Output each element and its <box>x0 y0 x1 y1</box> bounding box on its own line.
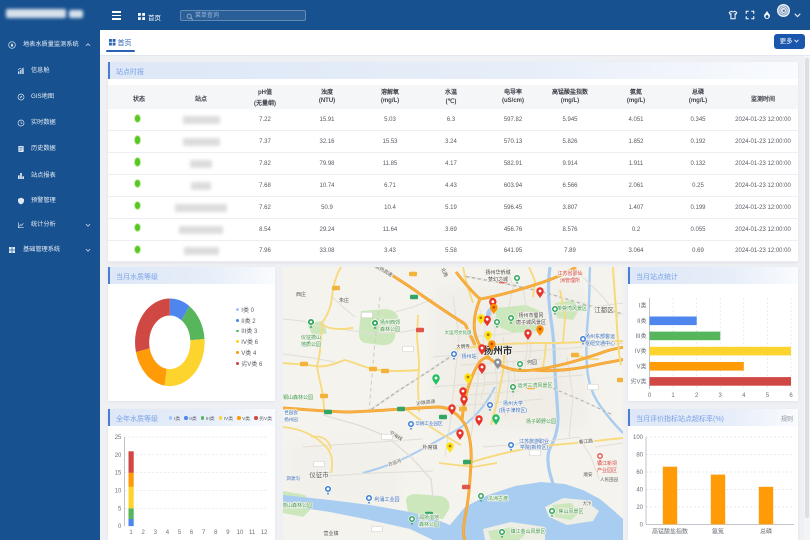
svg-text:25: 25 <box>115 435 122 441</box>
svg-text:5: 5 <box>118 506 122 512</box>
svg-text:产业园区: 产业园区 <box>597 467 617 474</box>
svg-text:总磷: 总磷 <box>760 527 772 535</box>
svg-text:地质公园: 地质公园 <box>301 341 321 348</box>
svg-text:5: 5 <box>766 393 770 399</box>
svg-text:8: 8 <box>214 530 218 536</box>
svg-text:江都区: 江都区 <box>594 306 614 314</box>
svg-text:何园: 何园 <box>527 359 537 366</box>
svg-text:枢纽交通中心: 枢纽交通中心 <box>585 340 615 347</box>
svg-text:华摘工业园区: 华摘工业园区 <box>416 420 443 427</box>
svg-text:西庄: 西庄 <box>296 291 306 298</box>
svg-text:10: 10 <box>115 489 122 495</box>
svg-text:1: 1 <box>671 393 675 399</box>
svg-text:捺山森林公园: 捺山森林公园 <box>283 502 312 509</box>
svg-text:80: 80 <box>636 453 643 459</box>
svg-text:0: 0 <box>640 522 644 528</box>
svg-text:劣V类: 劣V类 <box>630 377 646 385</box>
svg-text:扬州市蜀冈: 扬州市蜀冈 <box>518 312 543 319</box>
svg-text:扬州市: 扬州市 <box>484 345 513 357</box>
svg-text:60: 60 <box>636 470 643 476</box>
svg-text:顺安: 顺安 <box>584 471 593 478</box>
svg-text:V类: V类 <box>636 362 646 370</box>
svg-text:大运河文化旅: 大运河文化旅 <box>445 329 472 336</box>
svg-text:高锰酸盐指数: 高锰酸盐指数 <box>652 527 688 535</box>
svg-text:森林公园: 森林公园 <box>380 326 400 333</box>
svg-text:镇江金山风景区: 镇江金山风景区 <box>510 528 545 535</box>
svg-text:大汴: 大汴 <box>583 500 592 507</box>
svg-text:15: 15 <box>115 471 122 477</box>
svg-text:扬州站: 扬州站 <box>461 353 476 360</box>
svg-text:11: 11 <box>249 530 256 536</box>
svg-text:洲管理所: 洲管理所 <box>560 277 580 284</box>
svg-text:1: 1 <box>129 530 133 536</box>
svg-text:20: 20 <box>115 453 122 459</box>
svg-text:利涌工业园: 利涌工业园 <box>374 496 399 503</box>
svg-text:铜山森林公园: 铜山森林公园 <box>283 394 313 401</box>
svg-text:2: 2 <box>695 393 699 399</box>
svg-text:6: 6 <box>789 393 793 399</box>
svg-text:3: 3 <box>154 530 158 536</box>
svg-text:7: 7 <box>202 530 206 536</box>
svg-text:运河三湾风景区: 运河三湾风景区 <box>517 382 552 389</box>
svg-text:世园会: 世园会 <box>284 409 298 416</box>
svg-text:II类: II类 <box>637 317 646 325</box>
svg-text:0: 0 <box>648 393 652 399</box>
svg-text:4: 4 <box>166 530 170 536</box>
svg-text:朱庄: 朱庄 <box>339 297 349 304</box>
svg-text:学院(新校区): 学院(新校区) <box>520 444 549 451</box>
svg-text:江苏旅游职业: 江苏旅游职业 <box>519 438 549 445</box>
svg-text:2: 2 <box>142 530 146 536</box>
svg-text:润扬湿地: 润扬湿地 <box>419 514 439 521</box>
svg-text:40: 40 <box>636 487 643 493</box>
svg-text:4: 4 <box>742 393 746 399</box>
svg-text:扬州华侨城: 扬州华侨城 <box>485 269 510 276</box>
svg-text:扬州大学: 扬州大学 <box>503 400 523 407</box>
svg-text:仪征市: 仪征市 <box>309 470 329 479</box>
svg-text:IV类: IV类 <box>635 347 647 355</box>
svg-text:茱萸湾风景区: 茱萸湾风景区 <box>557 305 587 312</box>
svg-text:20: 20 <box>636 505 643 511</box>
svg-text:梦幻之城: 梦幻之城 <box>488 276 508 283</box>
svg-text:0: 0 <box>118 524 122 530</box>
svg-text:5: 5 <box>178 530 182 536</box>
svg-text:10: 10 <box>237 530 244 536</box>
svg-text:扬子颐野公园: 扬子颐野公园 <box>526 418 556 425</box>
svg-text:12: 12 <box>261 530 268 536</box>
svg-text:大明寺: 大明寺 <box>456 343 470 350</box>
svg-text:I类: I类 <box>639 302 647 310</box>
svg-text:扬州东部客运: 扬州东部客运 <box>585 333 615 340</box>
svg-text:100: 100 <box>633 435 644 441</box>
svg-text:扬州西郊: 扬州西郊 <box>380 319 400 326</box>
svg-text:焦山风景区: 焦山风景区 <box>558 508 583 515</box>
svg-text:III类: III类 <box>635 332 646 340</box>
svg-text:瓜洲古渡: 瓜洲古渡 <box>488 495 508 502</box>
svg-text:唐子城风景区: 唐子城风景区 <box>516 319 546 326</box>
svg-text:森林公园: 森林公园 <box>419 521 439 528</box>
svg-text:朴席镇: 朴席镇 <box>422 444 437 451</box>
svg-text:氨氮: 氨氮 <box>712 527 724 535</box>
svg-text:(扬子津校区): (扬子津校区) <box>499 407 528 414</box>
svg-text:扬州园: 扬州园 <box>284 416 298 423</box>
svg-text:9: 9 <box>226 530 230 536</box>
svg-text:仪征捺山: 仪征捺山 <box>301 334 321 341</box>
svg-text:江苏省邵仙: 江苏省邵仙 <box>557 270 582 277</box>
svg-text:6: 6 <box>190 530 194 536</box>
svg-text:3: 3 <box>719 393 723 399</box>
svg-text:泗源沟: 泗源沟 <box>286 475 300 482</box>
svg-text:营业镇: 营业镇 <box>323 530 338 537</box>
